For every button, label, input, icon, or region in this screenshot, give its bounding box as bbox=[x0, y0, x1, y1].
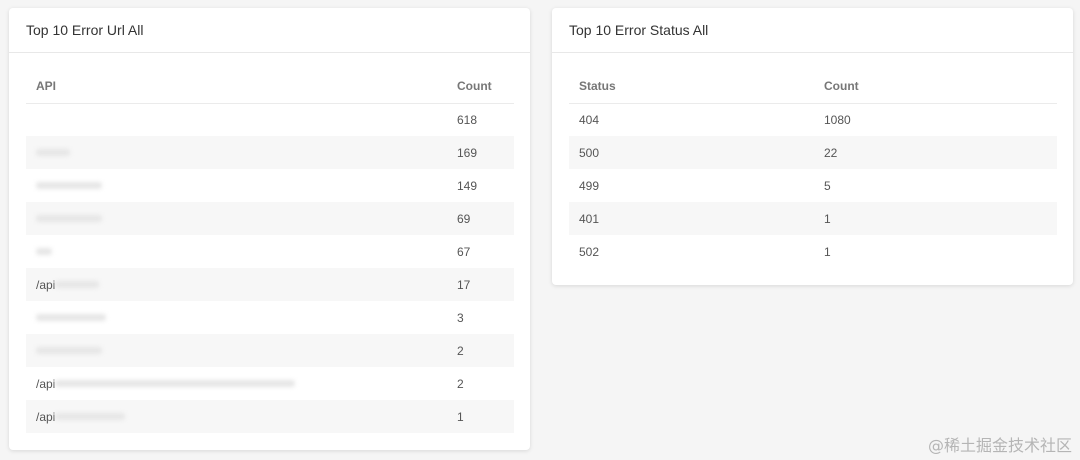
table-row: 3 bbox=[26, 301, 514, 334]
api-cell: /api bbox=[26, 367, 447, 400]
api-path-prefix: /api bbox=[36, 277, 56, 292]
api-cell bbox=[26, 103, 447, 136]
redacted-api-path bbox=[36, 182, 102, 190]
status-code-cell: 500 bbox=[569, 136, 814, 169]
table-row: 169 bbox=[26, 136, 514, 169]
column-header-count: Count bbox=[447, 69, 514, 104]
redacted-api-path bbox=[36, 248, 52, 256]
redacted-api-path bbox=[36, 347, 102, 355]
api-cell: /api bbox=[26, 268, 447, 301]
api-path-prefix: /api bbox=[36, 409, 56, 424]
column-header-api: API bbox=[26, 69, 447, 104]
table-row: 67 bbox=[26, 235, 514, 268]
redacted-api-path bbox=[36, 149, 70, 157]
table-row: /api 1 bbox=[26, 400, 514, 433]
error-url-table: API Count 618 169 149 69 67/api 17 3 2/api 2/api… bbox=[26, 69, 514, 433]
api-cell bbox=[26, 202, 447, 235]
count-cell: 169 bbox=[447, 136, 514, 169]
api-cell bbox=[26, 334, 447, 367]
api-cell bbox=[26, 169, 447, 202]
table-row: 2 bbox=[26, 334, 514, 367]
status-code-cell: 404 bbox=[579, 112, 600, 127]
table-header-row: Status Count bbox=[569, 69, 1057, 104]
count-cell: 149 bbox=[457, 178, 478, 193]
column-header-status: Status bbox=[569, 69, 814, 104]
status-code-cell: 499 bbox=[579, 178, 600, 193]
table-row: /api 2 bbox=[26, 367, 514, 400]
count-cell: 1 bbox=[447, 400, 514, 433]
table-row: 404 1080 bbox=[569, 103, 1057, 136]
api-cell bbox=[26, 301, 447, 334]
count-cell: 1080 bbox=[824, 112, 851, 127]
watermark: @稀土掘金技术社区 bbox=[927, 436, 1072, 455]
count-cell: 22 bbox=[814, 136, 1057, 169]
api-cell bbox=[26, 235, 447, 268]
top-error-url-card: Top 10 Error Url All API Count 618 169 149… bbox=[9, 8, 530, 450]
count-cell: 618 bbox=[457, 112, 478, 127]
status-code-cell: 502 bbox=[579, 244, 600, 259]
count-cell: 2 bbox=[447, 334, 514, 367]
count-cell: 67 bbox=[457, 244, 471, 259]
status-code-cell: 401 bbox=[569, 202, 814, 235]
count-cell: 3 bbox=[457, 310, 464, 325]
count-cell: 2 bbox=[457, 376, 464, 391]
table-row: 618 bbox=[26, 103, 514, 136]
table-row: 69 bbox=[26, 202, 514, 235]
table-row: 500 22 bbox=[569, 136, 1057, 169]
api-path-prefix: /api bbox=[36, 376, 56, 391]
count-cell: 17 bbox=[447, 268, 514, 301]
error-status-table: Status Count 404 1080 500 22 499 5 401 1 502 1 bbox=[569, 69, 1057, 268]
card-title: Top 10 Error Url All bbox=[9, 8, 530, 53]
api-cell bbox=[26, 136, 447, 169]
api-cell: /api bbox=[26, 400, 447, 433]
count-cell: 69 bbox=[447, 202, 514, 235]
redacted-api-path bbox=[55, 281, 100, 289]
card-title: Top 10 Error Status All bbox=[552, 8, 1073, 53]
column-header-count: Count bbox=[814, 69, 1057, 104]
count-cell: 1 bbox=[824, 244, 831, 259]
top-error-status-card: Top 10 Error Status All Status Count 404… bbox=[552, 8, 1073, 285]
table-row: 149 bbox=[26, 169, 514, 202]
table-row: 502 1 bbox=[569, 235, 1057, 268]
table-row: 401 1 bbox=[569, 202, 1057, 235]
redacted-api-path bbox=[36, 314, 106, 322]
redacted-api-path bbox=[55, 380, 296, 388]
table-row: 499 5 bbox=[569, 169, 1057, 202]
table-row: /api 17 bbox=[26, 268, 514, 301]
redacted-api-path bbox=[55, 413, 126, 421]
count-cell: 1 bbox=[814, 202, 1057, 235]
redacted-api-path bbox=[36, 215, 102, 223]
table-header-row: API Count bbox=[26, 69, 514, 104]
count-cell: 5 bbox=[824, 178, 831, 193]
